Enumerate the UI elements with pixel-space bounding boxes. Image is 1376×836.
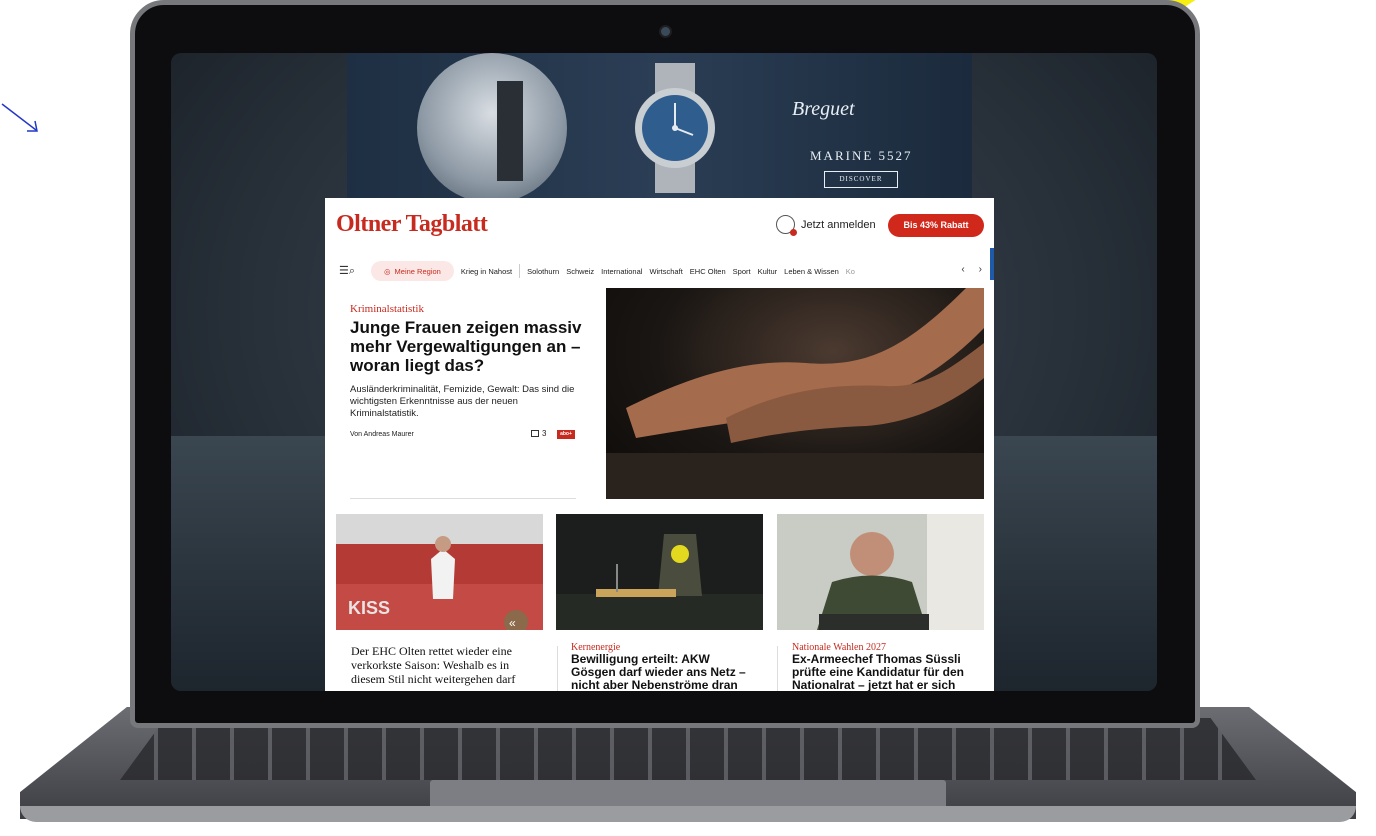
nav-divider [519,264,521,278]
login-button[interactable]: Jetzt anmelden [776,215,876,236]
lead-divider [350,498,576,499]
ad-discover-button[interactable]: DISCOVER [824,171,898,188]
article-card[interactable]: KISS « Der EHC Olten rettet wieder eine … [336,514,543,686]
card-headline[interactable]: Bewilligung erteilt: AKW Gösgen darf wie… [571,653,756,692]
card-headline[interactable]: Ex-Armeechef Thomas Süssli prüfte eine K… [792,653,977,692]
card-headline[interactable]: Der EHC Olten rettet wieder eine verkork… [351,644,541,686]
main-navigation: ☰⌕ ◎ Meine Region Krieg in Nahost Soloth… [325,248,994,284]
nav-item-solothurn[interactable]: Solothurn [527,267,559,276]
nav-item-ehc-olten[interactable]: EHC Olten [690,267,726,276]
lead-kicker[interactable]: Kriminalstatistik [350,303,424,315]
location-pin-icon: ◎ [384,266,391,276]
card-image-nuclear-plant [556,514,763,630]
comment-icon [531,430,539,437]
lead-comments[interactable]: 3 [531,429,546,438]
arrow-icon [1,103,38,132]
laptop-base-edge [20,806,1356,822]
site-header: Oltner Tagblatt Jetzt anmelden Bis 43% R… [325,198,994,253]
nuclear-plant-photo [556,514,763,630]
lead-author: Von Andreas Maurer [350,431,414,438]
svg-text:«: « [509,616,516,630]
ad-banner[interactable]: Breguet MARINE 5527 DISCOVER [347,53,972,198]
nav-item-krieg-in-nahost[interactable]: Krieg in Nahost [461,267,512,276]
nav-item-international[interactable]: International [601,267,642,276]
lead-teaser: Ausländerkriminalität, Femizide, Gewalt:… [350,384,575,419]
camera-icon [661,27,670,36]
lead-headline[interactable]: Junge Frauen zeigen massiv mehr Vergewal… [350,318,590,375]
chevron-left-icon[interactable]: ‹ [961,264,964,275]
news-page: Oltner Tagblatt Jetzt anmelden Bis 43% R… [325,198,994,691]
product-mockup: Breguet MARINE 5527 DISCOVER Oltner Tagb… [0,0,1376,836]
article-card[interactable]: Kernenergie Bewilligung erteilt: AKW Gös… [556,514,763,691]
login-label: Jetzt anmelden [801,218,876,231]
hockey-photo: KISS « [336,514,543,630]
card-image-army-chief [777,514,984,630]
menu-search-icon[interactable]: ☰⌕ [339,264,365,278]
nav-item-schweiz[interactable]: Schweiz [566,267,594,276]
user-icon [776,215,797,236]
svg-text:KISS: KISS [348,598,390,618]
article-card[interactable]: Nationale Wahlen 2027 Ex-Armeechef Thoma… [777,514,984,691]
scroll-indicator [990,248,994,280]
ad-lighthouse-image [497,81,523,181]
ad-brand-logo: Breguet [792,98,855,120]
card-image-hockey: KISS « [336,514,543,630]
ad-model-name: MARINE 5527 [810,148,913,163]
army-chief-photo [777,514,984,630]
nav-item-wirtschaft[interactable]: Wirtschaft [649,267,682,276]
watch-image [635,63,715,193]
nav-item-sport[interactable]: Sport [733,267,751,276]
nav-item-kultur[interactable]: Kultur [758,267,778,276]
hands-photo [606,288,984,499]
site-logo[interactable]: Oltner Tagblatt [336,211,488,238]
lead-article-image[interactable] [606,288,984,499]
ad-moon-image [417,53,567,198]
comment-count: 3 [542,429,547,438]
chevron-right-icon[interactable]: › [979,264,982,275]
nav-scroll-controls: ‹ › [961,264,982,275]
nav-region-button[interactable]: ◎ Meine Region [371,261,454,281]
nav-item-leben-wissen[interactable]: Leben & Wissen [784,267,839,276]
abo-badge: abo+ [557,430,575,439]
nav-region-label: Meine Region [394,266,441,276]
promo-button[interactable]: Bis 43% Rabatt [888,214,984,237]
nav-item-truncated[interactable]: Ko [846,267,855,276]
